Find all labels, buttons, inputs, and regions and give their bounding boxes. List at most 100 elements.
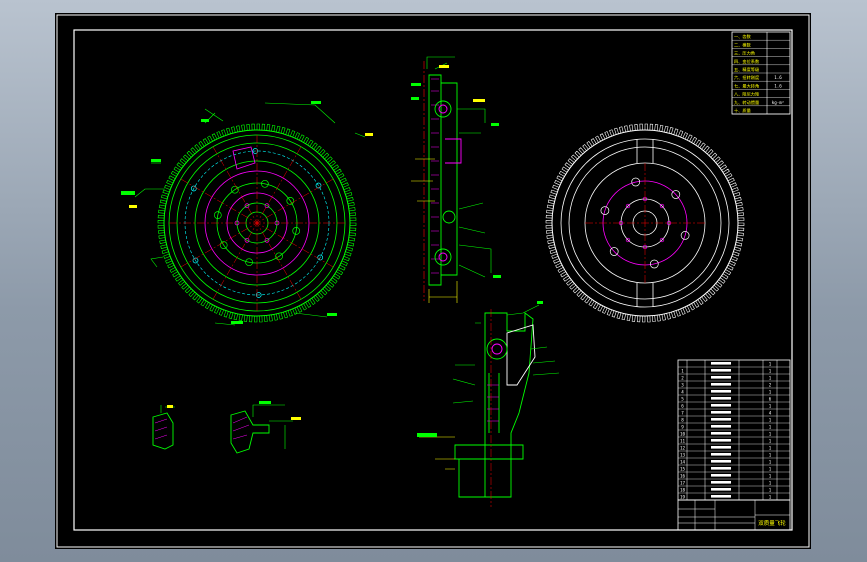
hub-base-plate <box>454 444 524 460</box>
parts-row-code: 6 <box>681 403 684 408</box>
parts-row-name-bar <box>711 383 731 386</box>
parts-row-name-bar <box>711 488 731 491</box>
hub-bearing-inner <box>491 343 503 355</box>
parts-row-name-bar <box>711 404 731 407</box>
parts-row-qty: 1 <box>769 368 772 373</box>
outer-frame <box>56 14 810 548</box>
tech-row-label: 三、压力角 <box>734 50 755 57</box>
hub-bearing-outer <box>486 338 508 360</box>
parts-row-qty: 1 <box>769 459 772 464</box>
upper-spring-section <box>434 100 452 118</box>
tech-row-label: 五、精度等级 <box>734 66 760 73</box>
parts-row-name-bar <box>711 411 731 414</box>
parts-row-code: 12 <box>680 445 686 450</box>
rear-centerlines <box>585 163 705 283</box>
parts-row-qty: 1 <box>769 389 772 394</box>
section-leaders-right <box>457 108 492 278</box>
profile-large-outline <box>230 410 270 454</box>
parts-row-name-bar <box>711 432 731 435</box>
secondary-flywheel-section <box>441 82 458 276</box>
bearing-section <box>442 210 456 224</box>
section-bottom-dims <box>428 281 458 303</box>
ring-profile-large[interactable] <box>230 401 301 454</box>
hub-detail-view[interactable] <box>417 301 560 507</box>
damper-section <box>445 138 462 164</box>
tech-row-value: kg·m² <box>772 100 785 105</box>
parts-row-name-bar <box>711 453 731 456</box>
parts-row-name-bar <box>711 369 731 372</box>
parts-list-table: 11 12 13 24 15 66 17 48 19 110 111 112 113 114 115 116 1… <box>677 359 791 501</box>
profile-small-outline <box>152 412 174 450</box>
parts-row-qty: 1 <box>769 452 772 457</box>
tech-row-label: 九、转动惯量 <box>734 99 759 106</box>
parts-row-code: 2 <box>681 375 684 380</box>
tech-row-value: 1.6 <box>774 83 782 88</box>
parts-row-qty: 4 <box>769 410 772 415</box>
drawing-sheet: 一、齿数 二、模数三、压力角 四、变位系数 五、精度等级 六、扭转刚度 1.6 七、最大转角… <box>55 13 811 549</box>
parts-row-name-bar <box>711 397 731 400</box>
parts-row-qty: 1 <box>769 417 772 422</box>
tech-row-label: 四、变位系数 <box>734 58 760 65</box>
parts-row-name-bar <box>711 376 731 379</box>
tech-row-label: 一、齿数 <box>734 33 752 40</box>
section-leaders-left <box>411 158 435 202</box>
technical-requirements-table: 一、齿数二、模数三、压力角四、变位系数五、精度等级六、扭转刚度 1.6 七、最大转角… <box>731 31 791 115</box>
parts-row-name-bar <box>711 474 731 477</box>
parts-row-name-bar <box>711 481 731 484</box>
hub-shaft <box>488 373 500 433</box>
hub-flange <box>506 324 536 386</box>
parts-row-code: 4 <box>681 389 684 394</box>
cutaway-window <box>232 146 256 170</box>
parts-row-code: 16 <box>680 473 686 478</box>
parts-row-name-bar <box>711 495 731 498</box>
parts-row-code: 8 <box>681 417 684 422</box>
flywheel-rear-view[interactable] <box>545 123 745 323</box>
parts-row-qty: 1 <box>769 494 772 499</box>
tech-row-label: 六、扭转刚度 <box>734 74 760 81</box>
profile-small-hatch <box>154 418 168 440</box>
parts-row-name-bar <box>711 467 731 470</box>
parts-row-qty: 1 <box>769 361 772 366</box>
parts-row-name-bar <box>711 362 731 365</box>
parts-row-qty: 1 <box>769 487 772 492</box>
parts-row-qty: 1 <box>769 438 772 443</box>
flywheel-front-view[interactable] <box>121 101 373 326</box>
profile-large-dims <box>252 404 293 449</box>
parts-row-name-bar <box>711 425 731 428</box>
profile-large-hatch <box>232 416 250 440</box>
parts-row-code: 3 <box>681 382 684 387</box>
title-block-label: 双质量飞轮 <box>758 519 786 527</box>
parts-row-qty: 1 <box>769 480 772 485</box>
parts-row-code: 5 <box>681 396 684 401</box>
parts-row-qty: 1 <box>769 403 772 408</box>
parts-row-code: 1 <box>681 368 684 373</box>
parts-row-qty: 1 <box>769 431 772 436</box>
parts-row-code: 15 <box>680 466 686 471</box>
tech-row-label: 七、最大转角 <box>734 82 759 89</box>
parts-row-qty: 1 <box>769 375 772 380</box>
flywheel-section-view[interactable] <box>411 56 501 303</box>
tech-row-label: 二、模数 <box>734 41 752 48</box>
cad-viewport[interactable]: 一、齿数 二、模数三、压力角 四、变位系数 五、精度等级 六、扭转刚度 1.6 七、最大转角… <box>0 0 867 562</box>
parts-row-code: 9 <box>681 424 684 429</box>
parts-row-code: 19 <box>680 494 686 499</box>
parts-row-code: 17 <box>680 480 686 485</box>
parts-row-qty: 1 <box>769 466 772 471</box>
tech-row-value: 1.6 <box>774 75 782 80</box>
tech-row-label: 八、阻尼力矩 <box>734 91 759 98</box>
parts-row-code: 13 <box>680 452 686 457</box>
parts-row-code: 18 <box>680 487 686 492</box>
parts-row-name-bar <box>711 446 731 449</box>
lower-spring-inner <box>438 252 448 262</box>
title-block: 双质量飞轮 <box>677 499 791 531</box>
ring-profile-small[interactable] <box>152 405 175 450</box>
parts-row-code: 11 <box>680 438 686 443</box>
parts-row-qty: 1 <box>769 473 772 478</box>
drawing-canvas[interactable]: 一、齿数二、模数三、压力角四、变位系数五、精度等级六、扭转刚度 1.6 七、最大转角… <box>55 13 811 549</box>
tech-row-label: 十、质量 <box>734 107 751 114</box>
parts-row-name-bar <box>711 418 731 421</box>
parts-row-qty: 1 <box>769 445 772 450</box>
upper-spring-inner <box>438 104 448 114</box>
hub-dims <box>419 436 455 470</box>
parts-row-code: 10 <box>680 431 686 436</box>
